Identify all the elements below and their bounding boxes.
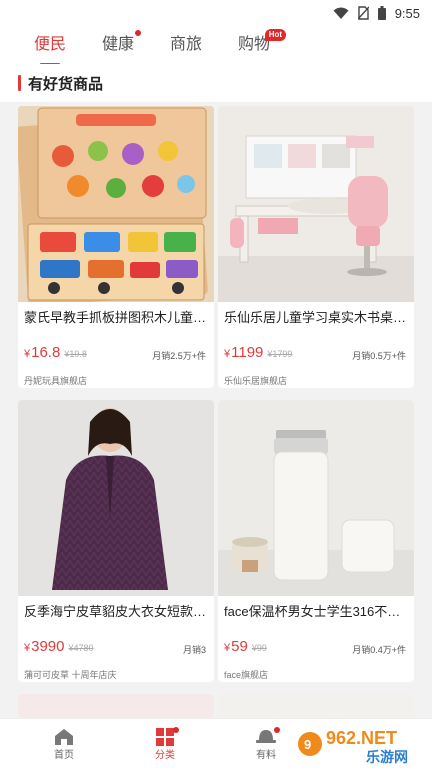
product-name: 蒙氏早教手抓板拼图积木儿童认... (24, 310, 214, 325)
status-bar: 9:55 (0, 0, 432, 26)
price-row: ¥16.8 ¥19.8 月销2.5万+件 (18, 344, 214, 364)
section-header: 有好货商品 (0, 64, 432, 102)
product-image (218, 400, 414, 596)
nav-label: 首页 (54, 749, 74, 761)
tab-shanglv[interactable]: 商旅 (170, 27, 202, 63)
watermark-text: 962.NET (326, 728, 397, 748)
product-image (18, 106, 214, 302)
shop-name: 乐仙乐居旗舰店 (224, 376, 288, 386)
notification-dot (135, 30, 142, 36)
tab-gouwu[interactable]: 购物 Hot (238, 27, 287, 63)
shop-name: 丹妮玩具旗舰店 (24, 376, 88, 386)
product-card[interactable]: 反季海宁皮草貂皮大衣女短款水... ¥3990 ¥4780 月销3 蒲可可皮草 … (18, 400, 214, 682)
tab-bianmin[interactable]: 便民 (34, 27, 67, 65)
price-value: 3990 (31, 638, 65, 655)
hot-badge: Hot (264, 29, 287, 41)
price-row: ¥1199 ¥1799 月销0.5万+件 (218, 344, 414, 364)
notification-dot (274, 727, 280, 733)
status-time: 9:55 (394, 5, 420, 21)
currency-symbol: ¥ (24, 642, 31, 654)
nav-label: 分类 (155, 749, 175, 761)
product-image (218, 106, 414, 302)
product-name: 乐仙乐居儿童学习桌实木书桌 小... (224, 310, 414, 325)
tab-label: 便民 (34, 36, 67, 53)
thermos-image (218, 400, 414, 596)
puzzle-board-image (18, 106, 214, 302)
svg-text:9: 9 (304, 737, 311, 752)
product-price: ¥3990 (24, 638, 65, 655)
original-price: ¥19.8 (64, 349, 87, 359)
product-price: ¥59 (224, 638, 248, 655)
category-tabs: 便民 健康 商旅 购物 Hot (0, 26, 432, 65)
original-price: ¥99 (251, 643, 267, 653)
monthly-sales: 月销0.5万+件 (352, 351, 406, 361)
nav-home[interactable]: 首页 (14, 719, 114, 769)
price-row: ¥59 ¥99 月销0.4万+件 (218, 638, 414, 658)
section-accent-bar (18, 75, 21, 91)
monthly-sales: 月销0.4万+件 (352, 645, 406, 655)
product-card-partial[interactable] (18, 694, 214, 718)
hat-icon (256, 729, 276, 743)
price-value: 16.8 (31, 344, 61, 361)
tab-label: 健康 (102, 36, 135, 53)
shop-name: face旗舰店 (224, 670, 269, 680)
product-card[interactable]: 乐仙乐居儿童学习桌实木书桌 小... ¥1199 ¥1799 月销0.5万+件 … (218, 106, 414, 388)
wifi-icon (333, 7, 349, 19)
kids-desk-image (218, 106, 414, 302)
product-card-partial[interactable] (218, 694, 414, 718)
notification-dot (173, 727, 179, 733)
tab-label: 商旅 (170, 36, 203, 53)
no-sim-icon (357, 6, 369, 20)
tab-jiankang[interactable]: 健康 (102, 27, 142, 63)
monthly-sales: 月销3 (182, 645, 206, 655)
home-icon (55, 728, 73, 745)
price-value: 1199 (231, 344, 264, 361)
site-watermark-logo: 9 962.NET 乐游网 (298, 728, 408, 765)
category-icon (156, 727, 174, 746)
product-name: 反季海宁皮草貂皮大衣女短款水... (24, 604, 214, 619)
battery-icon (377, 6, 386, 20)
shop-name: 蒲可可皮草 十周年店庆 (24, 670, 117, 680)
currency-symbol: ¥ (224, 642, 231, 654)
product-card[interactable]: 蒙氏早教手抓板拼图积木儿童认... ¥16.8 ¥19.8 月销2.5万+件 丹… (18, 106, 214, 388)
original-price: ¥4780 (68, 643, 94, 653)
nav-label: 有料 (256, 749, 276, 761)
currency-symbol: ¥ (24, 348, 31, 360)
section-title: 有好货商品 (28, 75, 104, 93)
product-name: face保温杯男女士学生316不锈... (224, 604, 412, 619)
nav-category[interactable]: 分类 (115, 719, 215, 769)
product-price: ¥16.8 (24, 344, 60, 361)
product-image (18, 400, 214, 596)
price-row: ¥3990 ¥4780 月销3 (18, 638, 214, 658)
product-price: ¥1199 (224, 344, 263, 361)
monthly-sales: 月销2.5万+件 (152, 351, 206, 361)
fur-coat-image (18, 400, 214, 596)
product-card[interactable]: face保温杯男女士学生316不锈... ¥59 ¥99 月销0.4万+件 fa… (218, 400, 414, 682)
original-price: ¥1799 (267, 349, 293, 359)
watermark-subtext: 乐游网 (366, 749, 408, 765)
currency-symbol: ¥ (224, 348, 231, 360)
price-value: 59 (231, 638, 248, 655)
